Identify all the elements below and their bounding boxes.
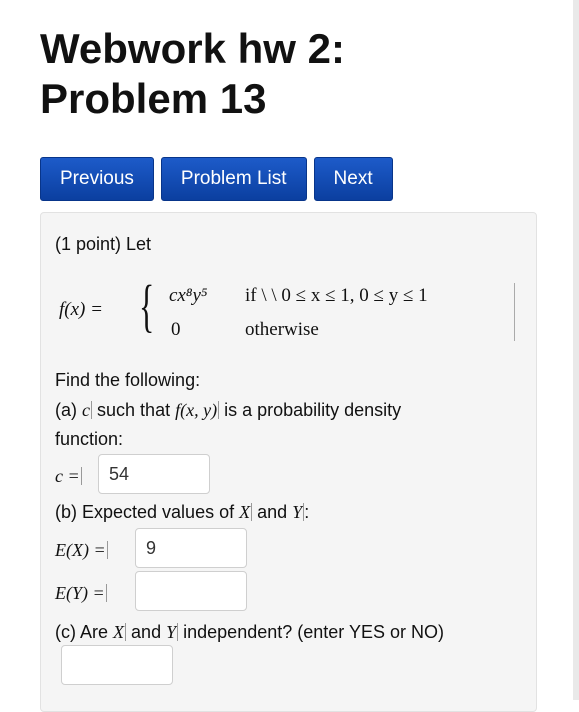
math-cursor-mark — [218, 401, 220, 419]
ey-label-text: E(Y) = — [55, 583, 105, 603]
independence-answer-input[interactable] — [61, 645, 173, 685]
c-answer-input[interactable]: 54 — [98, 454, 210, 494]
page-title-line-1: Webwork hw 2: — [40, 25, 345, 72]
part-a-fxy-symbol: f(x, y) — [175, 400, 218, 420]
find-heading: Find the following: — [55, 370, 201, 390]
c-label-text: c = — [55, 466, 80, 486]
part-c-x-symbol: X — [113, 622, 125, 642]
math-render-edge — [514, 283, 515, 341]
part-a-line-2: function: — [55, 429, 124, 449]
ex-answer-input[interactable]: 9 — [135, 528, 247, 568]
case-2-condition: otherwise — [245, 319, 319, 340]
math-cursor-mark — [251, 503, 253, 521]
math-cursor-mark — [91, 401, 93, 419]
part-b-and: and — [257, 502, 288, 522]
c-label: c = — [55, 465, 82, 487]
part-a-text: (a) c such that f(x, y) is a probability… — [55, 399, 401, 421]
part-c-and: and — [131, 622, 162, 642]
part-a-suffix: is a probability density — [224, 400, 402, 420]
part-c-text: (c) Are X and Y independent? (enter YES … — [55, 621, 444, 643]
part-c-prefix: (c) Are — [55, 622, 109, 642]
page-title: Webwork hw 2: Problem 13 — [40, 24, 345, 124]
previous-button[interactable]: Previous — [40, 157, 154, 201]
problem-panel: (1 point) Let f(x) = { cx⁸y⁵ if \ \ 0 ≤ … — [40, 212, 537, 712]
ex-label: E(X) = — [55, 539, 108, 561]
math-cursor-mark — [177, 623, 179, 641]
ey-answer-input[interactable] — [135, 571, 247, 611]
part-b-text: (b) Expected values of X and Y: — [55, 501, 309, 523]
problem-intro: (1 point) Let — [55, 234, 152, 254]
part-b-prefix: (b) Expected values of — [55, 502, 235, 522]
part-b-x-symbol: X — [239, 502, 251, 522]
part-a-mid: such that — [97, 400, 171, 420]
case-2-expression: 0 — [171, 319, 181, 340]
function-label-text: f(x) = — [59, 299, 103, 320]
part-b-colon: : — [304, 502, 310, 522]
piecewise-brace: { — [139, 273, 155, 338]
case-1-condition: if \ \ 0 ≤ x ≤ 1, 0 ≤ y ≤ 1 — [245, 285, 428, 306]
next-button[interactable]: Next — [313, 157, 393, 201]
ey-label: E(Y) = — [55, 582, 107, 604]
problem-list-button[interactable]: Problem List — [160, 157, 307, 201]
page-title-line-2: Problem 13 — [40, 75, 267, 122]
case-1-expression: cx⁸y⁵ — [169, 285, 208, 306]
part-c-suffix: independent? (enter YES or NO) — [183, 622, 444, 642]
problem-navigation: Previous Problem List Next — [40, 157, 393, 201]
math-cursor-mark — [106, 541, 108, 559]
function-label: f(x) = — [59, 299, 103, 321]
math-cursor-mark — [125, 623, 127, 641]
math-cursor-mark — [80, 467, 82, 485]
part-a-c-symbol: c — [82, 400, 91, 420]
math-cursor-mark — [105, 584, 107, 602]
part-a-prefix: (a) — [55, 400, 77, 420]
ex-label-text: E(X) = — [55, 540, 106, 560]
page-right-edge — [573, 0, 579, 700]
part-b-y-symbol: Y — [292, 502, 303, 522]
part-c-y-symbol: Y — [166, 622, 177, 642]
